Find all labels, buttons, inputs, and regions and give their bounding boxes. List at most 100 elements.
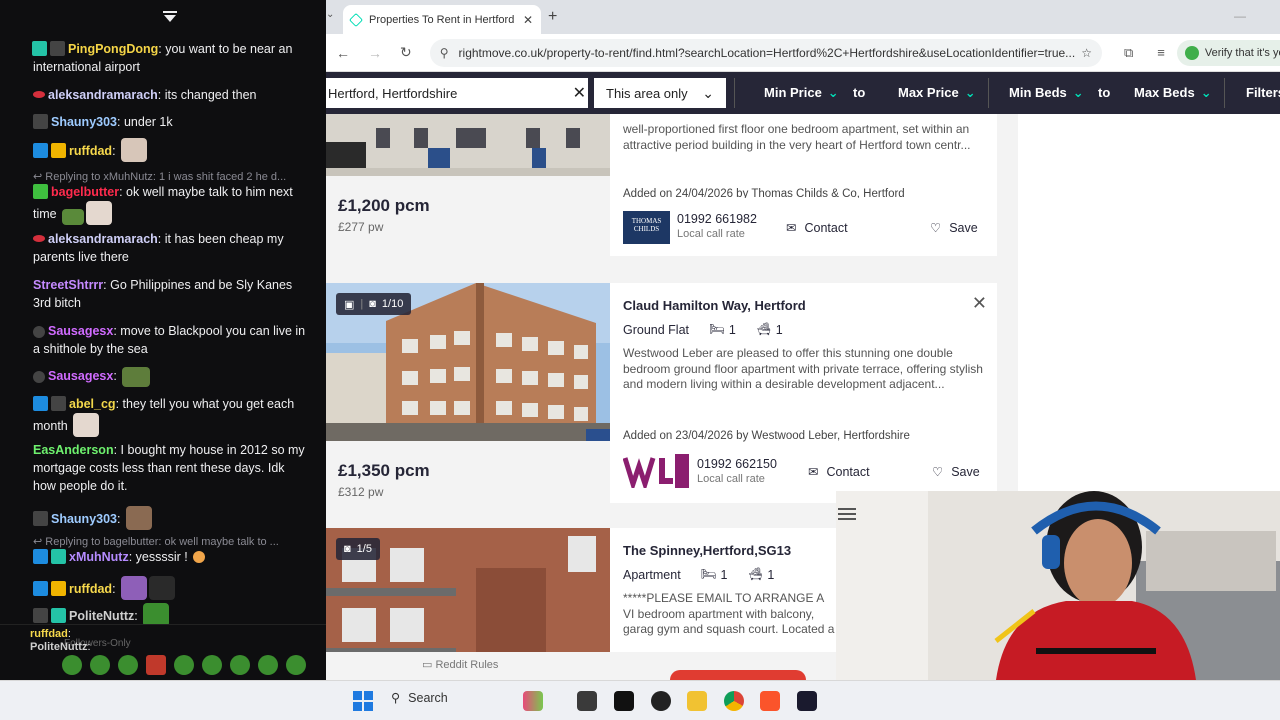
to-label: to bbox=[1098, 85, 1111, 100]
task-view-icon[interactable] bbox=[577, 691, 597, 711]
menu-icon[interactable] bbox=[838, 507, 856, 521]
chat-text: yessssir ! bbox=[135, 550, 188, 564]
heart-icon: ♡ bbox=[932, 465, 944, 479]
photo-count-badge[interactable]: ◙ 1/5 bbox=[336, 538, 380, 560]
max-price-select[interactable]: Max Price ⌄ bbox=[898, 85, 976, 101]
save-button[interactable]: ♡ Save bbox=[930, 220, 978, 236]
emote-icon[interactable] bbox=[202, 655, 222, 675]
camera-icon: ◙ bbox=[369, 298, 376, 310]
chat-username[interactable]: abel_cg bbox=[69, 397, 116, 411]
agent-logo[interactable]: THOMAS CHILDS bbox=[623, 211, 670, 244]
file-explorer-icon[interactable] bbox=[687, 691, 707, 711]
chat-username[interactable]: Sausagesx bbox=[48, 324, 113, 338]
agent-phone[interactable]: 01992 662150 bbox=[697, 457, 777, 471]
windows-start-icon[interactable] bbox=[353, 691, 373, 711]
photo-count-badge[interactable]: ▣ | ◙ 1/10 bbox=[336, 293, 412, 315]
bookmark-star-icon[interactable]: ☆ bbox=[1081, 46, 1092, 60]
tab-title: Properties To Rent in Hertford | bbox=[369, 13, 517, 26]
property-photo[interactable]: ▣ | ◙ 1/10 bbox=[326, 283, 610, 441]
filters-button[interactable]: Filters bbox=[1246, 85, 1280, 100]
chrome-icon[interactable] bbox=[724, 691, 744, 711]
emote-icon[interactable] bbox=[174, 655, 194, 675]
site-settings-icon[interactable]: ⚲ bbox=[440, 46, 449, 60]
badge-icon bbox=[33, 549, 48, 564]
badge-icon bbox=[33, 581, 48, 596]
obs-icon[interactable] bbox=[651, 691, 671, 711]
new-tab-icon[interactable]: + bbox=[548, 8, 557, 26]
taskbar-search[interactable]: ⚲ Search bbox=[391, 690, 448, 706]
agent-logo-text: THOMAS CHILDS bbox=[631, 217, 662, 233]
chat-username[interactable]: PoliteNuttz bbox=[30, 641, 87, 653]
emote-icon[interactable] bbox=[118, 655, 138, 675]
chat-username[interactable]: ruffdad bbox=[69, 144, 112, 158]
contact-button[interactable]: ✉ Contact bbox=[808, 464, 870, 480]
property-card[interactable]: ▣ | ◙ 1/10 £1,350 pcm £312 pw Claud Hamilto… bbox=[326, 283, 997, 503]
emote-icon[interactable] bbox=[90, 655, 110, 675]
chat-username[interactable]: aleksandramarach bbox=[48, 88, 158, 102]
property-description[interactable]: *****PLEASE EMAIL TO ARRANGE A VI bedroo… bbox=[623, 591, 837, 639]
chat-username[interactable]: aleksandramarach bbox=[48, 232, 158, 246]
minimize-icon[interactable]: — bbox=[1234, 9, 1246, 23]
close-icon[interactable]: ✕ bbox=[523, 13, 533, 27]
emote-icon[interactable] bbox=[258, 655, 278, 675]
collapse-icon[interactable] bbox=[162, 10, 178, 24]
verify-identity-button[interactable]: Verify that it's you bbox=[1176, 39, 1280, 66]
extensions-icon[interactable]: ⧉ bbox=[1124, 45, 1133, 61]
tab-strip: ⌄ Properties To Rent in Hertford | ✕ + — bbox=[326, 0, 1280, 34]
chat-message: Sausagesx: move to Blackpool you can liv… bbox=[33, 324, 306, 356]
address-bar[interactable]: ⚲ rightmove.co.uk/property-to-rent/find.… bbox=[429, 38, 1102, 67]
property-description[interactable]: well-proportioned first floor one bedroo… bbox=[623, 122, 985, 153]
contact-button[interactable]: ✉ Contact bbox=[786, 220, 848, 236]
badge-icon bbox=[33, 608, 48, 623]
min-price-select[interactable]: Min Price ⌄ bbox=[764, 85, 839, 101]
badge-icon bbox=[51, 581, 66, 596]
app-icon[interactable] bbox=[797, 691, 817, 711]
chat-username[interactable]: ruffdad bbox=[30, 628, 68, 640]
clear-icon[interactable]: ✕ bbox=[573, 83, 586, 103]
agent-logo[interactable] bbox=[623, 454, 689, 488]
flowers-widget-icon[interactable] bbox=[523, 691, 543, 711]
red-action-button[interactable] bbox=[670, 670, 806, 680]
chevron-down-icon: ⌄ bbox=[827, 85, 839, 100]
chat-username[interactable]: bagelbutter bbox=[51, 185, 119, 199]
tab-rightmove[interactable]: Properties To Rent in Hertford | ✕ bbox=[343, 5, 541, 34]
chat-username[interactable]: Sausagesx bbox=[48, 369, 113, 383]
agent-phone[interactable]: 01992 661982 bbox=[677, 212, 757, 226]
min-beds-label: Min Beds bbox=[1009, 85, 1067, 100]
property-description[interactable]: Westwood Leber are pleased to offer this… bbox=[623, 346, 985, 393]
chat-username[interactable]: xMuhNutz bbox=[69, 550, 129, 564]
emote-icon[interactable] bbox=[286, 655, 306, 675]
emote-icon[interactable] bbox=[230, 655, 250, 675]
chevron-down-icon[interactable]: ⌄ bbox=[326, 9, 334, 20]
emote-icon[interactable] bbox=[62, 655, 82, 675]
chat-username[interactable]: ruffdad bbox=[69, 582, 112, 596]
reddit-rules-link[interactable]: ▭ Reddit Rules bbox=[422, 658, 498, 671]
radius-select[interactable]: This area only ⌄ bbox=[594, 78, 726, 108]
property-contact-row: THOMAS CHILDS 01992 661982 Local call ra… bbox=[610, 198, 997, 256]
property-address[interactable]: The Spinney,Hertford,SG13 bbox=[623, 543, 791, 558]
emote-icon[interactable] bbox=[146, 655, 166, 675]
forward-icon[interactable]: → bbox=[368, 45, 382, 61]
save-button[interactable]: ♡ Save bbox=[932, 464, 980, 480]
chat-username[interactable]: PingPongDong bbox=[68, 42, 158, 56]
chat-username[interactable]: Shauny303 bbox=[51, 512, 117, 526]
back-icon[interactable]: ← bbox=[336, 45, 350, 61]
reading-list-icon[interactable]: ≡ bbox=[1157, 45, 1165, 60]
chevron-down-icon: ⌄ bbox=[964, 85, 976, 100]
property-photo[interactable] bbox=[326, 114, 610, 176]
chat-username[interactable]: StreetShtrrr bbox=[33, 278, 103, 292]
property-type: Ground Flat bbox=[623, 322, 690, 337]
location-input[interactable]: Hertford, Hertfordshire ✕ bbox=[326, 78, 588, 108]
app-icon[interactable] bbox=[614, 691, 634, 711]
close-icon[interactable]: ✕ bbox=[972, 293, 987, 314]
chat-username[interactable]: EasAnderson bbox=[33, 443, 114, 457]
chat-username[interactable]: PoliteNuttz bbox=[69, 609, 134, 623]
min-beds-select[interactable]: Min Beds ⌄ bbox=[1009, 85, 1084, 101]
brave-icon[interactable] bbox=[760, 691, 780, 711]
max-beds-select[interactable]: Max Beds ⌄ bbox=[1134, 85, 1212, 101]
reload-icon[interactable]: ↻ bbox=[400, 44, 412, 61]
property-address[interactable]: Claud Hamilton Way, Hertford bbox=[623, 298, 806, 313]
chat-input-area: ruffdad: Followers-Only PoliteNuttz: bbox=[0, 624, 326, 680]
chat-message: PoliteNuttz: bbox=[30, 641, 91, 653]
chat-username[interactable]: Shauny303 bbox=[51, 115, 117, 129]
